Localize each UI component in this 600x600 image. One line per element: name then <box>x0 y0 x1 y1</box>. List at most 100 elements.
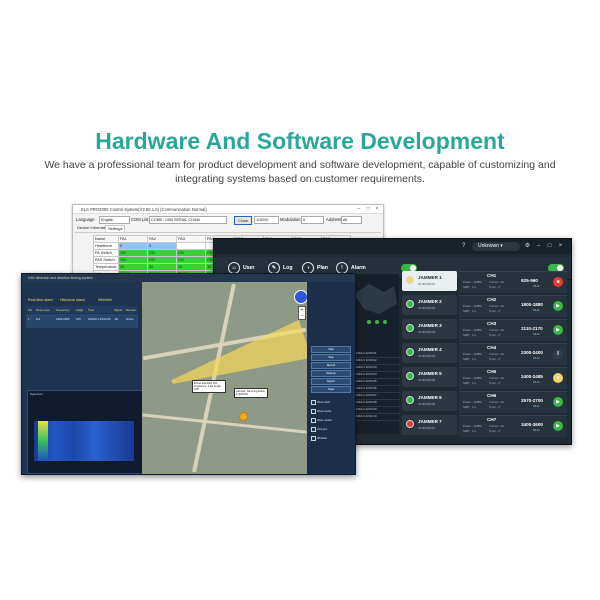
alarm-icon: ! <box>336 261 348 274</box>
panel-checkbox[interactable]: Show track <box>311 400 351 405</box>
site-pin[interactable] <box>239 412 248 421</box>
channel-frequency: 2110-2170 <box>521 326 543 331</box>
zoom-control[interactable]: + – <box>298 306 306 320</box>
jammer-id: ID:00000005 <box>418 378 436 382</box>
jammer-item[interactable]: JAMMER 3 ID:00000003 <box>402 319 457 339</box>
satellite-map[interactable]: Drone detected: DJI Frequency: 2.4G Angl… <box>142 282 307 474</box>
channel-unit: MHZ <box>533 356 540 360</box>
jammer-item[interactable]: JAMMER 2 ID:00000002 <box>402 295 457 315</box>
jammer-name: JAMMER 1 <box>418 275 442 280</box>
channel-swr: SWR : 1.0 <box>463 333 476 337</box>
baud-select[interactable]: 115200 <box>254 216 279 224</box>
tab-whitelist[interactable]: Whitelist <box>98 296 112 304</box>
minimize-icon[interactable]: – <box>534 242 543 251</box>
unknown-dropdown[interactable]: Unknown ▾ <box>472 242 520 251</box>
jammer-item[interactable]: JAMMER 4 ID:00000004 <box>402 343 457 363</box>
maximize-icon[interactable]: □ <box>545 242 554 251</box>
panel-button[interactable]: Clear <box>311 386 351 393</box>
waterfall-display <box>34 421 134 461</box>
minimize-icon[interactable]: – <box>355 206 363 212</box>
table-cell: ON <box>147 249 177 257</box>
close-icon[interactable]: × <box>373 206 381 212</box>
spectrum-panel: Spectrum <box>27 390 143 474</box>
log-icon: ✎ <box>268 261 280 274</box>
log-entry: 2024/1/1 10:00:03 <box>354 365 400 372</box>
modulation-select[interactable]: 0 <box>301 216 324 224</box>
pause-icon[interactable]: ● <box>553 373 563 383</box>
table-cell: -60 <box>114 317 119 321</box>
panel-button[interactable]: Settings <box>311 370 351 377</box>
control-toolbar: Language English COM List COM5 : USB SER… <box>73 214 383 225</box>
panel-button[interactable]: Start <box>311 346 351 353</box>
table-cell <box>176 242 206 250</box>
channel-row: CH3 Power : 10dBm Current : 0A SWR : 1.0 Tem… <box>459 319 567 341</box>
tab-settings[interactable]: Settings <box>105 225 126 232</box>
channel-row: CH1 Power : 10dBm Current : 0A SWR : 1.0 Tem… <box>459 271 567 293</box>
channel-current: Current : 0A <box>489 424 505 428</box>
channel-temp: Temp : 0° <box>489 285 501 289</box>
control-window-titlebar: ELS PRO2000 Control System(V2.50.1.0) (C… <box>73 205 383 214</box>
table-cell: 1 <box>28 317 30 321</box>
channel-temp: Temp : 0° <box>489 405 501 409</box>
nav-label: Alarm <box>351 265 366 271</box>
panel-checkbox[interactable]: Show sector <box>311 409 351 414</box>
panel-button[interactable]: Stop <box>311 354 351 361</box>
panel-checkbox[interactable]: Whitelist <box>311 436 351 441</box>
help-icon[interactable]: ? <box>459 242 468 251</box>
channel-row: CH5 Power : 10dBm Current : 0A SWR : 1.0 Tem… <box>459 367 567 389</box>
table-cell: 105 <box>76 317 81 321</box>
pause-icon[interactable]: ‖ <box>553 349 563 359</box>
panel-checkbox[interactable]: Alarm sound <box>311 418 351 423</box>
table-cell: ON <box>176 249 206 257</box>
jammer-item[interactable]: JAMMER 7 ID:00000007 <box>402 415 457 435</box>
jammer-item[interactable]: JAMMER 1 ID:00000001 <box>402 271 457 291</box>
channel-temp: Temp : 0° <box>489 309 501 313</box>
address-select[interactable]: All <box>341 216 362 224</box>
language-select[interactable]: English <box>99 216 130 224</box>
channel-swr: SWR : 1.0 <box>463 405 476 409</box>
channel-unit: MHZ <box>533 308 540 312</box>
channel-row: CH7 Power : 10dBm Current : 0A SWR : 1.0 Tem… <box>459 415 567 437</box>
panel-button[interactable]: Record <box>311 362 351 369</box>
compass-icon[interactable] <box>294 290 307 304</box>
tab-historical-alarm[interactable]: Historical alarm <box>60 296 85 304</box>
jammer-name: JAMMER 2 <box>418 299 442 304</box>
channel-current: Current : 0A <box>489 304 505 308</box>
channel-name: CH1 <box>487 273 497 278</box>
channel-current: Current : 0A <box>489 400 505 404</box>
map-landmass <box>354 284 397 314</box>
panel-button[interactable]: Export <box>311 378 351 385</box>
column-header: Signal <box>114 308 122 312</box>
gear-icon[interactable]: ⚙ <box>523 242 532 251</box>
channel-power: Power : 10dBm <box>463 304 483 308</box>
drone-callout: Drone detected: DJI Frequency: 2.4G Angl… <box>192 380 226 393</box>
map-marker <box>367 320 371 324</box>
event-log: 2024/1/1 10:00:01 2024/1/1 10:00:02 2024/1… <box>354 351 400 421</box>
panel-checkbox[interactable]: Auto jam <box>311 427 351 432</box>
close-port-button[interactable]: Close <box>234 215 252 225</box>
column-header: NO <box>28 308 33 312</box>
jammer-name: JAMMER 4 <box>418 347 442 352</box>
channel-name: CH5 <box>487 369 497 374</box>
jammer-name: JAMMER 7 <box>418 419 442 424</box>
channel-current: Current : 0A <box>489 352 505 356</box>
maximize-icon[interactable]: □ <box>364 206 372 212</box>
jammer-name: JAMMER 6 <box>418 395 442 400</box>
jammer-item[interactable]: JAMMER 6 ID:00000006 <box>402 391 457 411</box>
stop-icon[interactable]: ■ <box>553 277 563 287</box>
play-icon[interactable]: ▶ <box>553 325 563 335</box>
table-cell: Drone <box>126 317 134 321</box>
close-icon[interactable]: × <box>556 242 565 251</box>
map-marker <box>383 320 387 324</box>
table-row[interactable]: 1 DJI 2400-2485 105 2024/1/1 10:00:00 -60 Dron… <box>26 314 138 328</box>
jammer-id: ID:00000002 <box>418 306 436 310</box>
user-icon: ☺ <box>228 261 240 274</box>
play-icon[interactable]: ▶ <box>553 397 563 407</box>
play-icon[interactable]: ▶ <box>553 301 563 311</box>
jammer-id: ID:00000001 <box>418 282 436 286</box>
jammer-id: ID:00000007 <box>418 426 436 430</box>
tab-real-time-alarm[interactable]: Real-time alarm <box>28 296 53 304</box>
jammer-item[interactable]: JAMMER 5 ID:00000005 <box>402 367 457 387</box>
com-list-select[interactable]: COM5 : USB SERIAL CH340 <box>149 216 227 224</box>
play-icon[interactable]: ▶ <box>553 421 563 431</box>
